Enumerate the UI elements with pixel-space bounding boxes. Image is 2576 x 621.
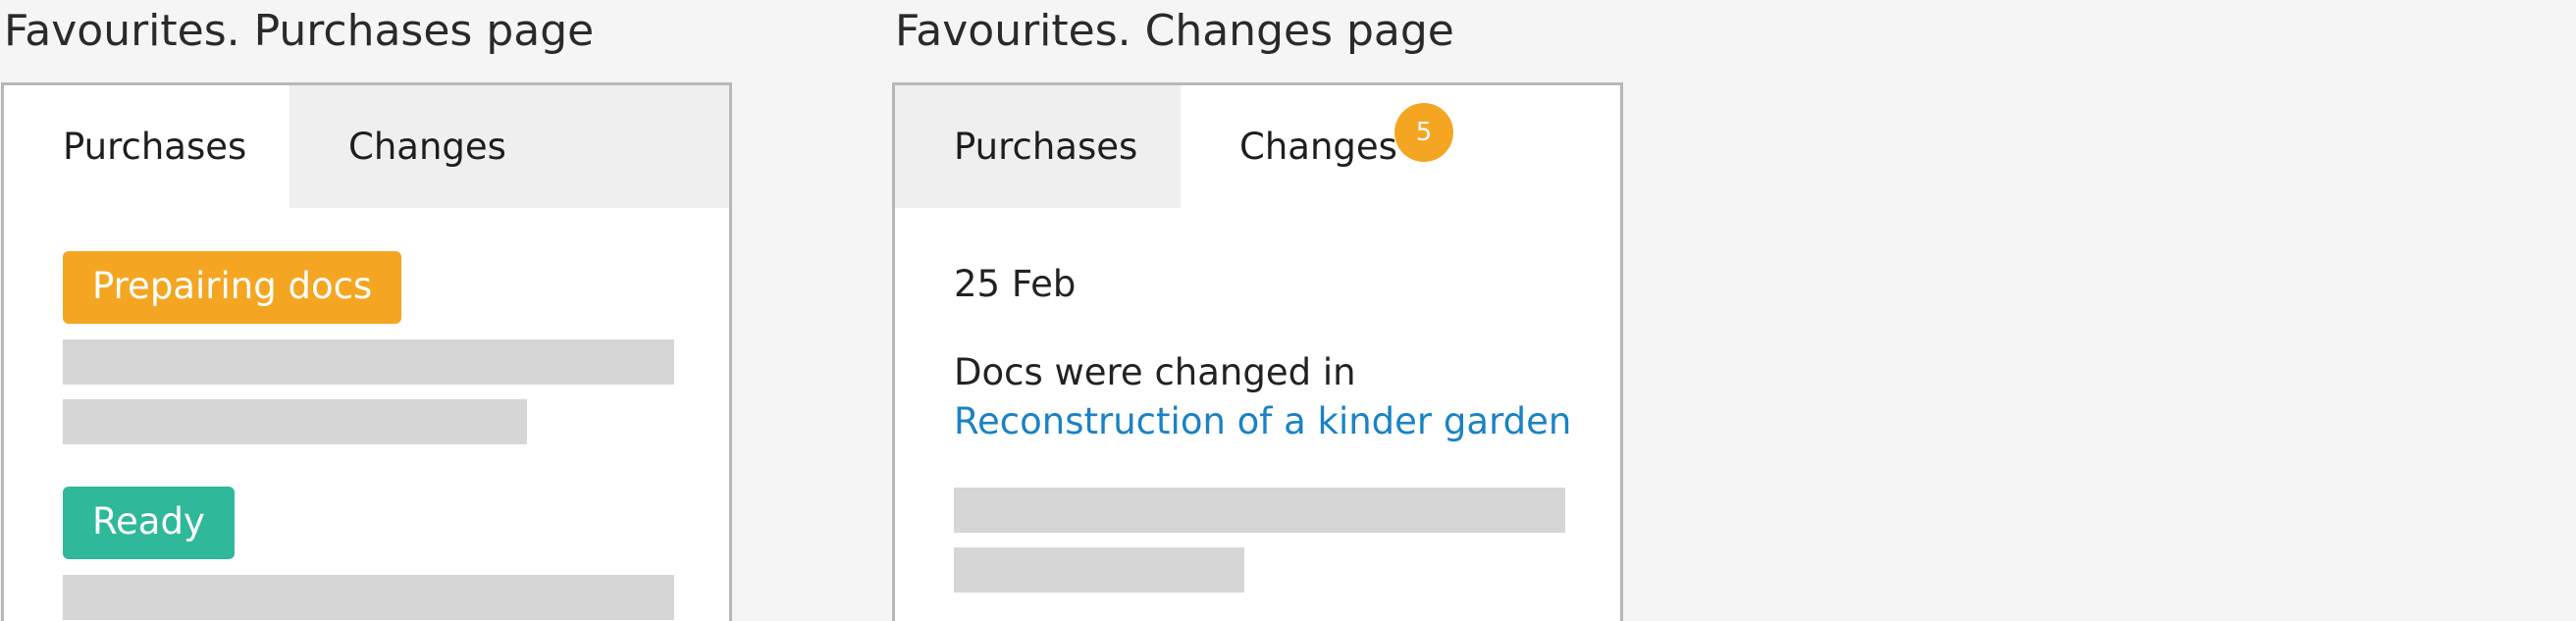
tab-purchases-label: Purchases	[63, 126, 247, 168]
placeholder-line	[63, 575, 674, 620]
changes-page-caption: Favourites. Changes page	[895, 6, 1454, 56]
project-link[interactable]: Reconstruction of a kinder garden	[954, 397, 1571, 446]
placeholder-line	[63, 399, 527, 444]
tab-bar: Purchases Changes	[4, 85, 729, 208]
tab-purchases[interactable]: Purchases	[4, 85, 289, 208]
tab-changes[interactable]: Changes	[289, 85, 729, 208]
tab-bar: Purchases Changes 5	[895, 85, 1620, 208]
tab-changes[interactable]: Changes 5	[1181, 85, 1620, 208]
changes-page-panel: Purchases Changes 5 25 Feb Docs were cha…	[892, 82, 1623, 621]
change-message: Docs were changed in	[954, 351, 1356, 393]
tab-changes-label: Changes	[348, 126, 506, 168]
placeholder-line	[954, 488, 1565, 533]
placeholder-line	[63, 339, 674, 385]
change-date: 25 Feb	[954, 263, 1077, 305]
status-badge-preparing: Prepairing docs	[63, 251, 402, 324]
notification-count-badge: 5	[1394, 103, 1453, 162]
tab-purchases[interactable]: Purchases	[895, 85, 1181, 208]
purchases-page-caption: Favourites. Purchases page	[4, 6, 595, 56]
status-badge-ready: Ready	[63, 487, 235, 559]
placeholder-line	[954, 547, 1244, 593]
purchases-page-panel: Purchases Changes Prepairing docs Ready	[1, 82, 732, 621]
tab-purchases-label: Purchases	[954, 126, 1138, 168]
tab-changes-label: Changes	[1239, 126, 1397, 168]
